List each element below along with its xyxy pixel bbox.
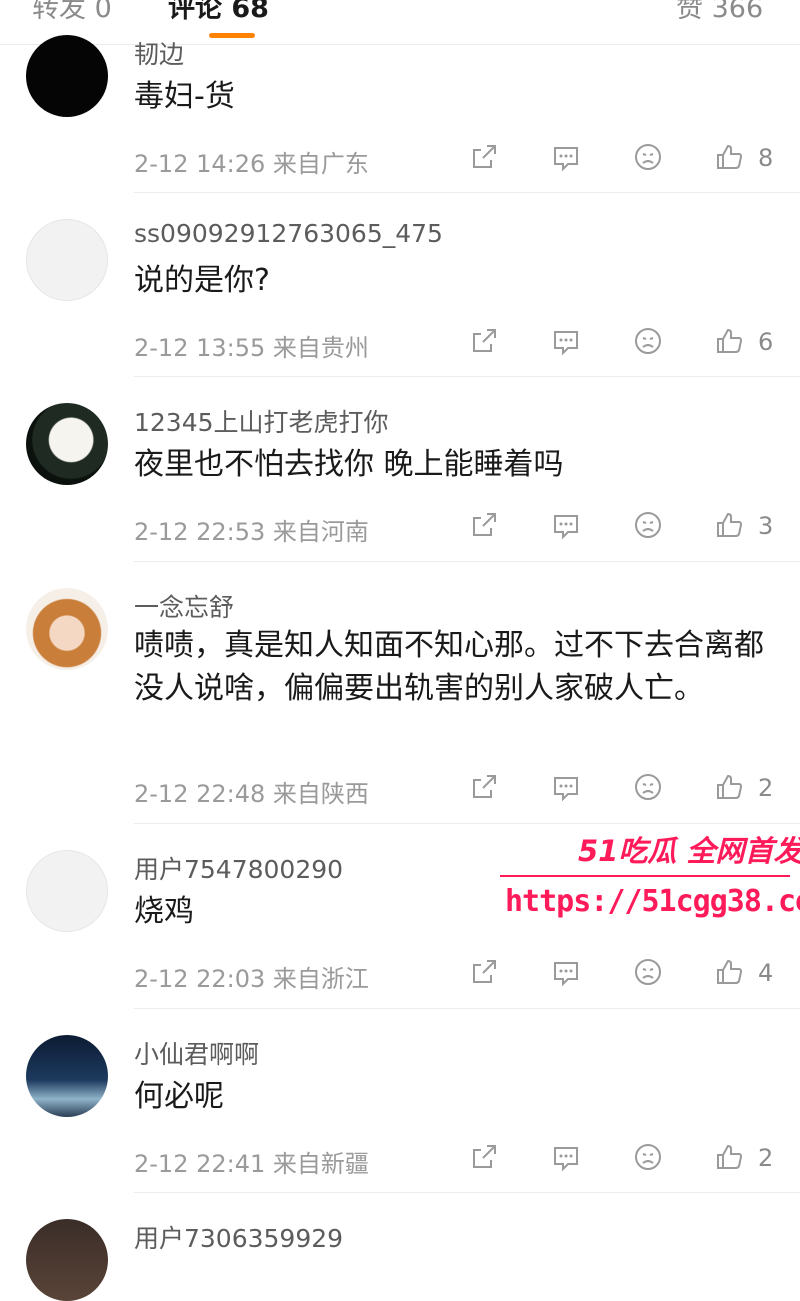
comment-username[interactable]: 用户7306359929 xyxy=(134,1219,343,1255)
comment-username[interactable]: 小仙君啊啊 xyxy=(134,1035,259,1071)
comment-username[interactable]: 用户7547800290 xyxy=(134,850,343,886)
divider xyxy=(134,376,800,377)
reply-icon[interactable] xyxy=(551,510,581,540)
share-icon[interactable] xyxy=(469,142,499,172)
reply-icon[interactable] xyxy=(551,957,581,987)
dislike-icon[interactable] xyxy=(633,1142,663,1172)
comment-date: 2-12 22:48 xyxy=(134,780,266,808)
like-icon[interactable] xyxy=(714,1142,744,1172)
comment-date: 2-12 13:55 xyxy=(134,334,266,362)
comment-text: 夜里也不怕去找你 晚上能睡着吗 xyxy=(134,447,564,482)
avatar[interactable] xyxy=(26,219,108,301)
tab-likes[interactable]: 赞 366 xyxy=(676,0,763,25)
share-icon[interactable] xyxy=(469,510,499,540)
avatar[interactable] xyxy=(26,1219,108,1301)
comment-location: 来自广东 xyxy=(272,150,369,178)
comment-meta: 2-12 22:53 来自河南 xyxy=(134,512,369,547)
comment-text: 何必呢 xyxy=(134,1079,224,1114)
like-count: 4 xyxy=(758,959,774,987)
divider xyxy=(134,561,800,562)
comment-tabs: 转发 0 评论 68 赞 366 xyxy=(0,0,800,45)
like-count: 2 xyxy=(758,774,774,802)
avatar[interactable] xyxy=(26,588,108,670)
comment-location: 来自新疆 xyxy=(272,1150,369,1178)
comment-location: 来自陕西 xyxy=(272,780,369,808)
share-icon[interactable] xyxy=(469,772,499,802)
comment-username[interactable]: 12345上山打老虎打你 xyxy=(134,403,389,439)
like-count: 2 xyxy=(758,1144,774,1172)
dislike-icon[interactable] xyxy=(633,142,663,172)
comment-text: 毒妇-货 xyxy=(134,79,235,114)
tab-active-indicator xyxy=(209,33,255,38)
comment-username[interactable]: 一念忘舒 xyxy=(134,588,234,624)
comment-meta: 2-12 22:03 来自浙江 xyxy=(134,959,369,994)
avatar[interactable] xyxy=(26,850,108,932)
watermark-line xyxy=(500,875,790,877)
share-icon[interactable] xyxy=(469,326,499,356)
comment-meta: 2-12 22:41 来自新疆 xyxy=(134,1144,369,1179)
dislike-icon[interactable] xyxy=(633,957,663,987)
comment-meta: 2-12 14:26 来自广东 xyxy=(134,144,369,179)
comment-date: 2-12 22:41 xyxy=(134,1150,266,1178)
divider xyxy=(134,1192,800,1193)
like-count: 6 xyxy=(758,328,774,356)
divider xyxy=(134,823,800,824)
comment-date: 2-12 22:53 xyxy=(134,518,266,546)
share-icon[interactable] xyxy=(469,1142,499,1172)
comment-username[interactable]: ss09092912763065_475 xyxy=(134,219,443,248)
reply-icon[interactable] xyxy=(551,1142,581,1172)
watermark: 51吃瓜 全网首发 https://51cgg38.com xyxy=(500,828,800,928)
dislike-icon[interactable] xyxy=(633,772,663,802)
avatar[interactable] xyxy=(26,403,108,485)
divider xyxy=(134,1008,800,1009)
comment-date: 2-12 14:26 xyxy=(134,150,266,178)
comment-location: 来自浙江 xyxy=(272,965,369,993)
tab-comments[interactable]: 评论 68 xyxy=(168,0,269,25)
like-icon[interactable] xyxy=(714,142,744,172)
like-icon[interactable] xyxy=(714,772,744,802)
comment-text: 啧啧，真是知人知面不知心那。过不下去合离都没人说啥，偏偏要出轨害的别人家破人亡。 xyxy=(134,628,764,706)
reply-icon[interactable] xyxy=(551,772,581,802)
comment-text: 说的是你? xyxy=(134,263,270,298)
avatar[interactable] xyxy=(26,35,108,117)
dislike-icon[interactable] xyxy=(633,510,663,540)
like-icon[interactable] xyxy=(714,510,744,540)
watermark-title: 51吃瓜 全网首发 xyxy=(578,834,800,868)
avatar[interactable] xyxy=(26,1035,108,1117)
reply-icon[interactable] xyxy=(551,142,581,172)
share-icon[interactable] xyxy=(469,957,499,987)
tab-reposts[interactable]: 转发 0 xyxy=(32,0,112,25)
like-count: 8 xyxy=(758,144,774,172)
like-count: 3 xyxy=(758,512,774,540)
comment-date: 2-12 22:03 xyxy=(134,965,266,993)
reply-icon[interactable] xyxy=(551,326,581,356)
like-icon[interactable] xyxy=(714,326,744,356)
comment-location: 来自河南 xyxy=(272,518,369,546)
comment-meta: 2-12 13:55 来自贵州 xyxy=(134,328,369,363)
comment-username[interactable]: 韧边 xyxy=(134,35,184,71)
watermark-url: https://51cgg38.com xyxy=(505,884,800,919)
like-icon[interactable] xyxy=(714,957,744,987)
comment-meta: 2-12 22:48 来自陕西 xyxy=(134,774,369,809)
comment-location: 来自贵州 xyxy=(272,334,369,362)
divider xyxy=(134,192,800,193)
dislike-icon[interactable] xyxy=(633,326,663,356)
